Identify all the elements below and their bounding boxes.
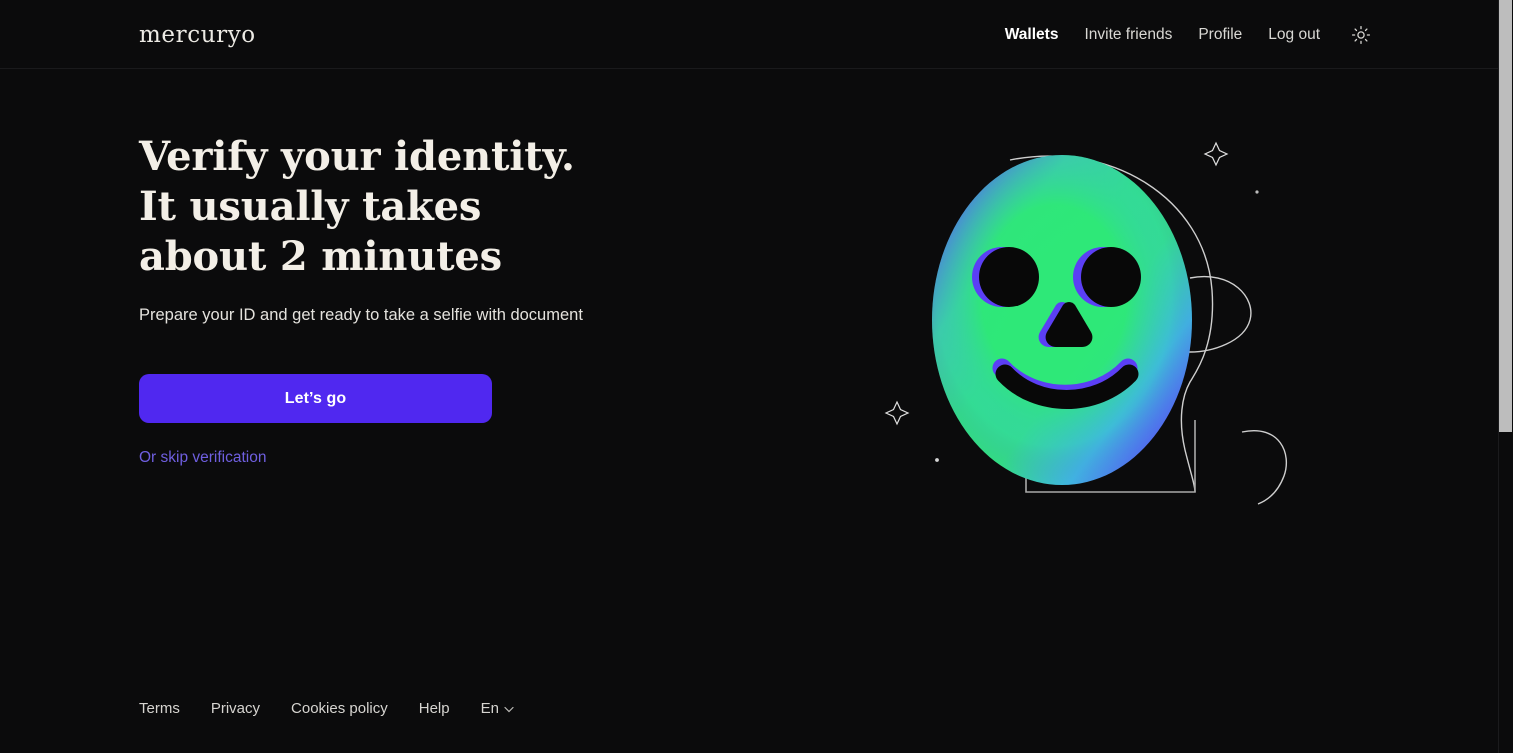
scrollbar-track[interactable]	[1498, 0, 1513, 753]
site-header: mercuryo Wallets Invite friends Profile …	[0, 0, 1498, 69]
skip-verification-link[interactable]: Or skip verification	[139, 450, 266, 466]
face-scan-illustration	[860, 120, 1310, 520]
language-label: En	[480, 700, 499, 717]
sun-icon[interactable]	[1350, 24, 1372, 46]
lets-go-button[interactable]: Let’s go	[139, 374, 492, 423]
nav-item-profile[interactable]: Profile	[1198, 27, 1242, 43]
verification-page: mercuryo Wallets Invite friends Profile …	[0, 0, 1513, 753]
brand-logo[interactable]: mercuryo	[139, 24, 256, 47]
language-selector[interactable]: En	[481, 701, 514, 716]
page-subtitle: Prepare your ID and get ready to take a …	[139, 306, 583, 324]
footer-link-cookies-policy[interactable]: Cookies policy	[291, 701, 388, 716]
nav-item-wallets[interactable]: Wallets	[1005, 27, 1059, 43]
nav-item-log-out[interactable]: Log out	[1268, 27, 1320, 43]
page-title: Verify your identity. It usually takes a…	[139, 133, 575, 280]
hero-section: Verify your identity. It usually takes a…	[139, 132, 759, 467]
scrollbar-thumb[interactable]	[1499, 0, 1512, 432]
footer-link-terms[interactable]: Terms	[139, 701, 180, 716]
chevron-down-icon	[504, 701, 514, 716]
main-nav: Wallets Invite friends Profile Log out	[979, 0, 1372, 69]
footer-link-privacy[interactable]: Privacy	[211, 701, 260, 716]
nav-item-invite-friends[interactable]: Invite friends	[1084, 27, 1172, 43]
footer-link-help[interactable]: Help	[419, 701, 450, 716]
site-footer: Terms Privacy Cookies policy Help En	[139, 701, 514, 716]
